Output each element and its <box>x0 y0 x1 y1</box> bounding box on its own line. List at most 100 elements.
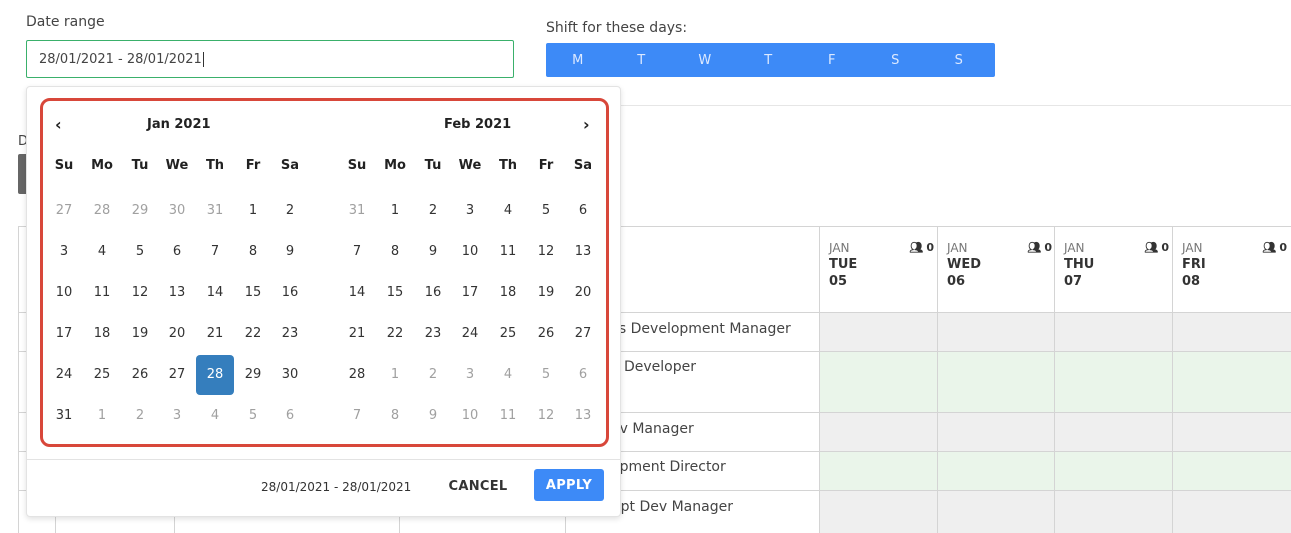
shift-day-sat[interactable]: S <box>864 53 928 68</box>
calendar-day[interactable]: 15 <box>234 273 272 313</box>
calendar-day[interactable]: 19 <box>121 314 159 354</box>
calendar-day[interactable]: 3 <box>45 232 83 272</box>
calendar-day[interactable]: 17 <box>45 314 83 354</box>
calendar-day[interactable]: 12 <box>527 396 565 436</box>
shift-day-tue[interactable]: T <box>610 53 674 68</box>
shift-day-sun[interactable]: S <box>927 53 991 68</box>
calendar-day[interactable]: 14 <box>196 273 234 313</box>
calendar-day[interactable]: 30 <box>158 191 196 231</box>
calendar-day[interactable]: 11 <box>489 232 527 272</box>
calendar-day[interactable]: 9 <box>414 232 452 272</box>
calendar-day[interactable]: 4 <box>489 355 527 395</box>
calendar-day[interactable]: 13 <box>564 396 602 436</box>
calendar-day[interactable]: 3 <box>451 355 489 395</box>
row-role: ess Development Manager <box>603 321 791 337</box>
shift-day-wed[interactable]: W <box>673 53 737 68</box>
calendar-day[interactable]: 5 <box>234 396 272 436</box>
calendar-day[interactable]: 19 <box>527 273 565 313</box>
people-icon: 👥︎ <box>1027 241 1042 254</box>
calendar-day[interactable]: 7 <box>338 232 376 272</box>
calendar-day[interactable]: 9 <box>414 396 452 436</box>
calendar-day[interactable]: 30 <box>271 355 309 395</box>
calendar-day-selected[interactable]: 28 <box>196 355 234 395</box>
calendar-day[interactable]: 22 <box>234 314 272 354</box>
cancel-button[interactable]: CANCEL <box>438 470 518 502</box>
calendar-day[interactable]: 1 <box>376 355 414 395</box>
calendar-day[interactable]: 1 <box>376 191 414 231</box>
shift-day-thu[interactable]: T <box>737 53 801 68</box>
calendar-day[interactable]: 27 <box>158 355 196 395</box>
calendar-day[interactable]: 8 <box>376 232 414 272</box>
calendar-day[interactable]: 6 <box>158 232 196 272</box>
calendar-day[interactable]: 8 <box>376 396 414 436</box>
calendar-day[interactable]: 5 <box>527 191 565 231</box>
calendar-day[interactable]: 24 <box>45 355 83 395</box>
calendar-day[interactable]: 16 <box>414 273 452 313</box>
calendar-day[interactable]: 31 <box>338 191 376 231</box>
calendar-day[interactable]: 10 <box>451 232 489 272</box>
calendar-day[interactable]: 26 <box>121 355 159 395</box>
calendar-day[interactable]: 28 <box>83 191 121 231</box>
calendar-day[interactable]: 5 <box>527 355 565 395</box>
calendar-day[interactable]: 6 <box>271 396 309 436</box>
shift-day-fri[interactable]: F <box>800 53 864 68</box>
calendar-day[interactable]: 18 <box>489 273 527 313</box>
calendar-day[interactable]: 31 <box>196 191 234 231</box>
calendar-day[interactable]: 17 <box>451 273 489 313</box>
calendar-day[interactable]: 20 <box>158 314 196 354</box>
calendar-day[interactable]: 11 <box>83 273 121 313</box>
calendar-day[interactable]: 18 <box>83 314 121 354</box>
calendar-day[interactable]: 2 <box>121 396 159 436</box>
calendar-day[interactable]: 10 <box>451 396 489 436</box>
people-icon: 👥︎ <box>1144 241 1159 254</box>
calendar-day[interactable]: 9 <box>271 232 309 272</box>
calendar-day[interactable]: 14 <box>338 273 376 313</box>
calendar-day[interactable]: 22 <box>376 314 414 354</box>
calendar-day[interactable]: 31 <box>45 396 83 436</box>
calendar-day[interactable]: 8 <box>234 232 272 272</box>
calendar-day[interactable]: 29 <box>121 191 159 231</box>
calendar-day[interactable]: 3 <box>451 191 489 231</box>
calendar-day[interactable]: 2 <box>414 191 452 231</box>
calendar-day[interactable]: 12 <box>121 273 159 313</box>
calendar-day[interactable]: 12 <box>527 232 565 272</box>
calendar-day[interactable]: 25 <box>83 355 121 395</box>
calendar-day[interactable]: 6 <box>564 191 602 231</box>
shift-day-mon[interactable]: M <box>546 53 610 68</box>
calendar-day[interactable]: 15 <box>376 273 414 313</box>
calendar-day[interactable]: 21 <box>338 314 376 354</box>
calendar-day[interactable]: 2 <box>414 355 452 395</box>
calendar-day[interactable]: 7 <box>196 232 234 272</box>
calendar-day[interactable]: 20 <box>564 273 602 313</box>
calendar-day[interactable]: 28 <box>338 355 376 395</box>
next-month-button[interactable]: › <box>583 115 590 134</box>
calendar-day[interactable]: 16 <box>271 273 309 313</box>
table-row <box>819 491 1291 533</box>
calendar-day[interactable]: 10 <box>45 273 83 313</box>
calendar-day[interactable]: 26 <box>527 314 565 354</box>
calendar-day[interactable]: 7 <box>338 396 376 436</box>
calendar-day[interactable]: 3 <box>158 396 196 436</box>
calendar-day[interactable]: 13 <box>564 232 602 272</box>
calendar-day[interactable]: 13 <box>158 273 196 313</box>
calendar-day[interactable]: 27 <box>564 314 602 354</box>
calendar-day[interactable]: 5 <box>121 232 159 272</box>
calendar-day[interactable]: 1 <box>234 191 272 231</box>
calendar-day[interactable]: 4 <box>489 191 527 231</box>
calendar-day[interactable]: 23 <box>414 314 452 354</box>
calendar-day[interactable]: 27 <box>45 191 83 231</box>
calendar-day[interactable]: 2 <box>271 191 309 231</box>
prev-month-button[interactable]: ‹ <box>55 115 62 134</box>
calendar-day[interactable]: 25 <box>489 314 527 354</box>
calendar-day[interactable]: 6 <box>564 355 602 395</box>
calendar-day[interactable]: 4 <box>196 396 234 436</box>
calendar-day[interactable]: 11 <box>489 396 527 436</box>
calendar-day[interactable]: 1 <box>83 396 121 436</box>
calendar-day[interactable]: 4 <box>83 232 121 272</box>
calendar-day[interactable]: 24 <box>451 314 489 354</box>
calendar-day[interactable]: 29 <box>234 355 272 395</box>
calendar-day[interactable]: 23 <box>271 314 309 354</box>
date-range-input[interactable]: 28/01/2021 - 28/01/2021 <box>26 40 514 78</box>
apply-button[interactable]: APPLY <box>534 469 604 501</box>
calendar-day[interactable]: 21 <box>196 314 234 354</box>
